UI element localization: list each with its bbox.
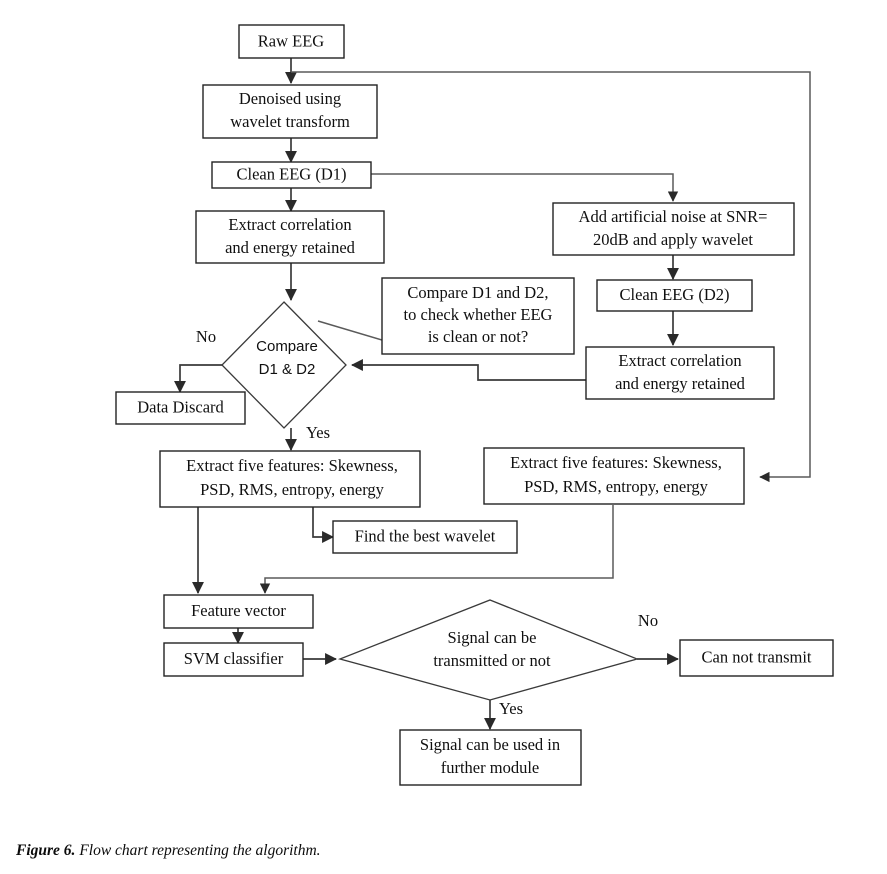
figure-container: Raw EEG Denoised using wavelet transform…: [0, 0, 887, 874]
compare-note-line3: is clean or not?: [428, 327, 528, 346]
edge-cleand1-to-addnoise: [371, 173, 679, 202]
compare-decision-line2: D1 & D2: [259, 361, 316, 378]
find-best-wavelet-label: Find the best wavelet: [355, 526, 496, 545]
node-data-discard[interactable]: Data Discard: [115, 391, 246, 425]
data-discard-label: Data Discard: [137, 397, 224, 416]
compare-decision-line1: Compare: [256, 338, 318, 355]
figure-caption: Figure 6. Flow chart representing the al…: [16, 842, 321, 860]
extract-correlation-left-line1: Extract correlation: [228, 215, 351, 234]
extract-correlation-right-line1: Extract correlation: [618, 351, 741, 370]
feature-vector-label: Feature vector: [191, 601, 286, 620]
node-extract-correlation-right[interactable]: Extract correlation and energy retained: [585, 346, 775, 400]
figure-caption-lead: Figure 6.: [16, 842, 76, 859]
flowchart-diagram: Raw EEG Denoised using wavelet transform…: [115, 24, 834, 786]
denoised-label-line2: wavelet transform: [230, 112, 350, 131]
svm-classifier-label: SVM classifier: [184, 649, 284, 668]
node-compare-note[interactable]: Compare D1 and D2, to check whether EEG …: [381, 277, 575, 355]
cannot-transmit-label: Can not transmit: [702, 647, 812, 666]
signal-used-line1: Signal can be used in: [420, 735, 560, 754]
node-raw-eeg[interactable]: Raw EEG: [238, 24, 345, 59]
node-feature-vector[interactable]: Feature vector: [163, 594, 314, 629]
node-clean-eeg-d1[interactable]: Clean EEG (D1): [211, 161, 372, 189]
edge-extractcorr-right-to-compare: [351, 359, 586, 381]
clean-eeg-d2-label: Clean EEG (D2): [620, 285, 730, 304]
raw-eeg-label: Raw EEG: [258, 31, 325, 50]
node-add-artificial-noise[interactable]: Add artificial noise at SNR= 20dB and ap…: [552, 202, 795, 256]
signal-used-line2: further module: [441, 758, 540, 777]
clean-eeg-d1-label: Clean EEG (D1): [237, 164, 347, 183]
extract-correlation-right-line2: and energy retained: [615, 374, 746, 393]
node-extract-five-features-right[interactable]: Extract five features: Skewness, PSD, RM…: [483, 447, 745, 505]
compare-no-label: No: [196, 327, 216, 346]
node-clean-eeg-d2[interactable]: Clean EEG (D2): [596, 279, 753, 312]
extract-five-features-right-line2: PSD, RMS, entropy, energy: [524, 477, 709, 496]
node-find-best-wavelet[interactable]: Find the best wavelet: [332, 520, 518, 554]
node-transmit-decision[interactable]: Signal can be transmitted or not: [337, 599, 640, 701]
edge-comparenote-leader: [317, 320, 383, 341]
transmit-decision-line2: transmitted or not: [433, 651, 551, 670]
node-extract-five-features-left[interactable]: Extract five features: Skewness, PSD, RM…: [159, 450, 421, 508]
compare-note-line2: to check whether EEG: [404, 305, 553, 324]
extract-five-features-left-line1: Extract five features: Skewness,: [186, 456, 398, 475]
node-denoised[interactable]: Denoised using wavelet transform: [202, 84, 378, 139]
compare-yes-label: Yes: [306, 423, 330, 442]
add-artificial-noise-line1: Add artificial noise at SNR=: [579, 207, 768, 226]
compare-note-line1: Compare D1 and D2,: [407, 283, 548, 302]
transmit-decision-line1: Signal can be: [448, 628, 537, 647]
extract-five-features-left-line2: PSD, RMS, entropy, energy: [200, 480, 385, 499]
extract-five-features-right-line1: Extract five features: Skewness,: [510, 453, 722, 472]
figure-caption-text: Flow chart representing the algorithm.: [75, 842, 321, 859]
denoised-label-line1: Denoised using: [239, 89, 341, 108]
edge-compare-no-to-datadiscard: [174, 364, 222, 393]
node-cannot-transmit[interactable]: Can not transmit: [679, 639, 834, 677]
node-svm-classifier[interactable]: SVM classifier: [163, 642, 304, 677]
extract-correlation-left-line2: and energy retained: [225, 238, 356, 257]
add-artificial-noise-line2: 20dB and apply wavelet: [593, 230, 753, 249]
node-extract-correlation-left[interactable]: Extract correlation and energy retained: [195, 210, 385, 264]
edge-extract-five-left-to-bestwavelet: [312, 507, 334, 543]
transmit-no-label: No: [638, 611, 658, 630]
transmit-yes-label: Yes: [499, 699, 523, 718]
node-signal-used-further[interactable]: Signal can be used in further module: [399, 729, 582, 786]
